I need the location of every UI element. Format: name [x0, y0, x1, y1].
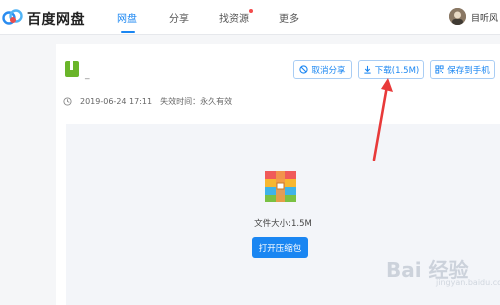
- file-size-text: 文件大小:1.5M: [254, 219, 312, 229]
- nav-tab-share[interactable]: 分享: [169, 10, 189, 25]
- file-name: _: [85, 70, 90, 80]
- save-to-phone-button[interactable]: 保存到手机: [430, 60, 495, 79]
- app-logo[interactable]: 百度网盘: [0, 6, 100, 28]
- username[interactable]: 目听风: [471, 11, 498, 24]
- open-zip-button[interactable]: 打开压缩包: [252, 237, 308, 258]
- nav-tab-more[interactable]: 更多: [279, 10, 299, 25]
- download-label: 下载(1.5M): [374, 65, 420, 76]
- share-time: 2019-06-24 17:11: [80, 97, 153, 106]
- cancel-share-button[interactable]: 取消分享: [293, 60, 352, 79]
- baidu-cloud-logo-icon: [2, 9, 23, 25]
- top-bar: 百度网盘 网盘 分享 找资源 更多 目听风: [0, 0, 500, 35]
- expiry-info: 失效时间：永久有效: [160, 97, 233, 106]
- cancel-share-label: 取消分享: [311, 65, 346, 76]
- forbidden-icon: [299, 65, 309, 74]
- active-tab-indicator: [121, 31, 135, 33]
- avatar[interactable]: [449, 8, 466, 25]
- annotation-arrow-icon: [372, 78, 393, 161]
- file-type-icon: [65, 61, 79, 77]
- app-name: 百度网盘: [27, 12, 85, 28]
- watermark: Bai 经验 jingyan.baidu.com: [386, 250, 500, 290]
- left-sidebar: [0, 35, 42, 305]
- nav-tab-find-resources[interactable]: 找资源: [219, 10, 249, 25]
- qr-code-icon: [435, 65, 444, 74]
- download-icon: [364, 65, 371, 74]
- zip-archive-icon: [265, 171, 296, 202]
- save-to-phone-label: 保存到手机: [447, 65, 490, 76]
- watermark-url: jingyan.baidu.com: [436, 278, 500, 287]
- notification-dot: [249, 9, 253, 13]
- share-meta: 2019-06-24 17:11 失效时间：永久有效: [63, 96, 232, 107]
- nav-tab-netdisk[interactable]: 网盘: [117, 10, 137, 25]
- clock-icon: [63, 97, 72, 106]
- avatar-image-icon: [449, 8, 466, 25]
